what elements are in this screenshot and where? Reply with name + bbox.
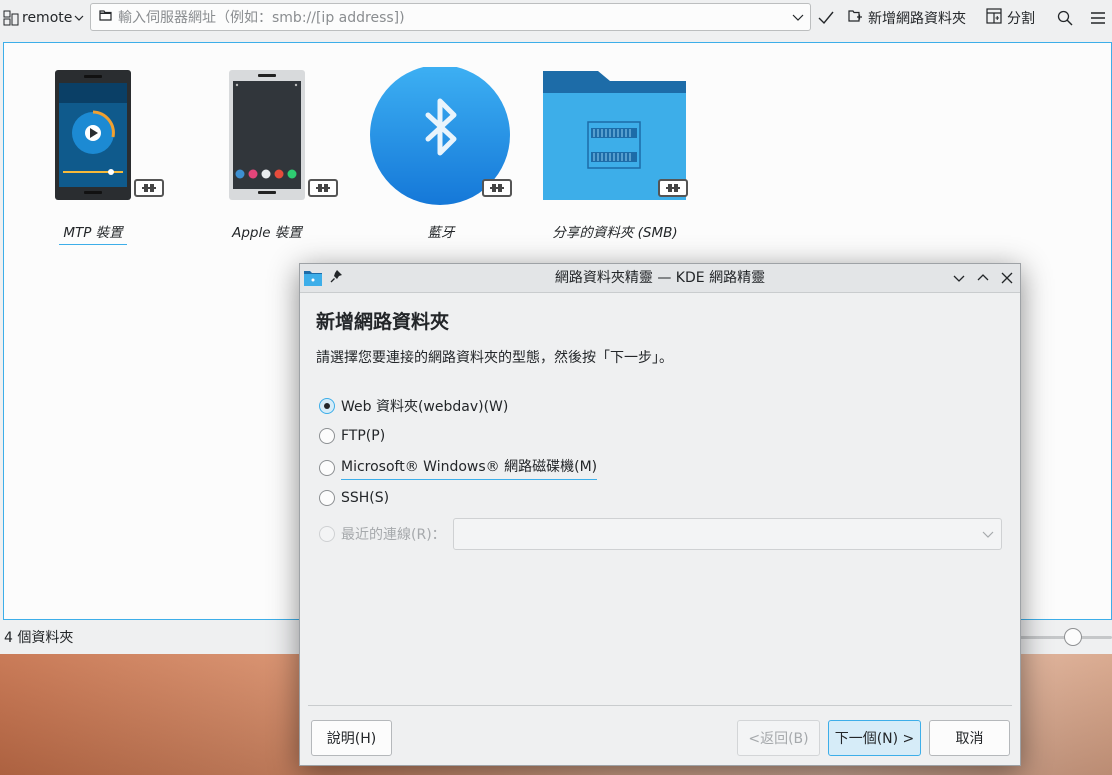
radio-button-checked[interactable] [319,398,335,414]
chevron-down-icon [982,531,994,538]
location-input[interactable]: 輸入伺服器網址（例如：smb://[ip address]) [90,3,811,31]
file-item-label: Apple 裝置 [232,225,302,241]
split-view-button[interactable]: 分割 [986,0,1042,36]
close-icon[interactable] [998,269,1016,287]
add-network-folder-label: 新增網路資料夾 [868,11,966,27]
confirm-location-icon[interactable] [817,0,835,36]
places-dropdown-label: remote [22,10,73,26]
radio-recent-connection: 最近的連線(R)： [319,523,446,545]
status-text: 4 個資料夾 [4,630,74,646]
network-folder-add-icon [848,9,863,27]
mount-emblem-icon [308,179,338,197]
places-dropdown[interactable]: remote [22,0,90,36]
dialog-title: 網路資料夾精靈 — KDE 網路精靈 [554,270,766,286]
file-item-mtp[interactable]: MTP 裝置 [18,67,168,245]
file-item-bluetooth[interactable]: 藍牙 [366,67,516,243]
radio-webdav[interactable]: Web 資料夾(webdav)(W) [319,395,508,417]
dialog-heading: 新增網路資料夾 [316,311,450,333]
mount-emblem-icon [658,179,688,197]
recent-connections-select [453,518,1002,550]
mount-emblem-icon [134,179,164,197]
history-dropdown-icon[interactable] [790,8,806,26]
radio-button-disabled [319,526,335,542]
radio-ftp[interactable]: FTP(P) [319,425,385,447]
radio-label: FTP(P) [341,428,386,444]
back-button: <返回(B) [737,720,820,756]
dialog-titlebar[interactable]: 網路資料夾精靈 — KDE 網路精靈 [300,264,1020,293]
radio-label: Web 資料夾(webdav)(W) [341,399,509,415]
help-button[interactable]: 說明(H) [311,720,392,756]
dialog-description: 請選擇您要連接的網路資料夾的型態，然後按「下一步」。 [316,350,673,366]
folder-icon [99,9,112,25]
file-item-label: 分享的資料夾 (SMB) [552,225,678,241]
chevron-down-icon [74,12,84,25]
split-view-label: 分割 [1007,11,1035,27]
radio-button[interactable] [319,428,335,444]
toolbar: remote 輸入伺服器網址（例如：smb://[ip address]) 新增… [0,0,1112,36]
places-panel-icon[interactable] [0,0,22,36]
footer-divider [308,705,1012,706]
file-item-label: MTP 裝置 [59,225,127,245]
network-folder-wizard-dialog: 網路資料夾精靈 — KDE 網路精靈 新增網路資料夾 請選擇您要連接的網路資料夾… [299,263,1021,766]
hamburger-menu-icon[interactable] [1088,0,1108,36]
file-item-smb[interactable]: 分享的資料夾 (SMB) [540,67,690,243]
radio-label: SSH(S) [341,490,390,506]
file-item-label: 藍牙 [427,225,455,241]
radio-ssh[interactable]: SSH(S) [319,487,389,509]
next-button[interactable]: 下一個(N) > [828,720,921,756]
radio-label: 最近的連線(R)： [341,527,446,543]
minimize-icon[interactable] [950,269,968,287]
search-icon[interactable] [1055,0,1075,36]
radio-windows-share[interactable]: Microsoft® Windows® 網路磁碟機(M) [319,456,598,480]
file-item-apple[interactable]: Apple 裝置 [192,67,342,243]
radio-button[interactable] [319,460,335,476]
location-placeholder: 輸入伺服器網址（例如：smb://[ip address]) [118,10,405,26]
maximize-icon[interactable] [974,269,992,287]
cancel-button[interactable]: 取消 [929,720,1010,756]
split-view-icon [986,8,1002,28]
radio-button[interactable] [319,490,335,506]
add-network-folder-button[interactable]: 新增網路資料夾 [848,0,970,36]
radio-label: Microsoft® Windows® 網路磁碟機(M) [341,456,598,480]
mount-emblem-icon [482,179,512,197]
zoom-slider-handle[interactable] [1064,628,1082,646]
